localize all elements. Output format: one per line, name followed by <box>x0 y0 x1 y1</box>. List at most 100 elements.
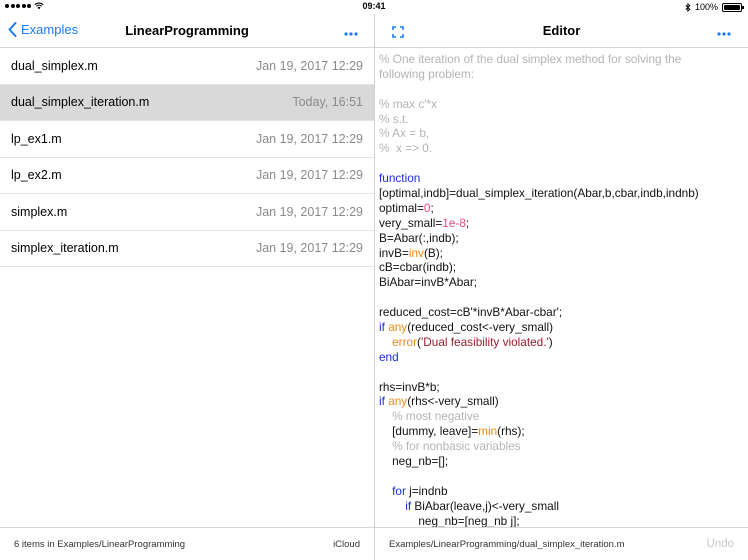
file-row[interactable]: simplex_iteration.m Jan 19, 2017 12:29 <box>0 231 374 267</box>
code-token-plain: (reduced_cost<-very_small) <box>407 320 554 335</box>
file-browser-more-button[interactable] <box>344 23 358 41</box>
code-token-plain: ; <box>465 215 470 230</box>
file-date: Jan 19, 2017 12:29 <box>255 168 363 183</box>
code-token-builtin: min <box>478 424 498 439</box>
ellipsis-icon <box>344 32 358 36</box>
code-token-comment: % max c'*x <box>379 96 437 111</box>
editor-title: Editor <box>542 23 581 38</box>
code-line: for j=indnb <box>379 484 745 499</box>
folder-title: LinearProgramming <box>125 23 249 38</box>
code-token-comment: % Ax = b, <box>379 126 430 141</box>
code-line: B=Abar(:,indb); <box>379 231 745 246</box>
code-token-plain: neg_nb=[]; <box>379 454 449 469</box>
code-line: if any(rhs<-very_small) <box>379 394 745 409</box>
code-token-plain: BiAbar=invB*Abar; <box>379 275 478 290</box>
file-name: simplex.m <box>11 204 68 219</box>
code-token-builtin: any <box>388 320 408 335</box>
code-line: function <box>379 171 745 186</box>
editor-pane: Editor % One iteration of the dual simpl… <box>375 14 748 560</box>
file-date: Jan 19, 2017 12:29 <box>255 241 363 256</box>
file-browser-pane: Examples LinearProgramming dual_simplex.… <box>0 14 374 560</box>
code-line: if any(reduced_cost<-very_small) <box>379 320 745 335</box>
file-row[interactable]: lp_ex1.m Jan 19, 2017 12:29 <box>0 121 374 158</box>
battery-percent: 100% <box>694 2 718 12</box>
file-name: simplex_iteration.m <box>11 241 119 256</box>
file-date: Today, 16:51 <box>292 95 363 110</box>
code-line: BiAbar=invB*Abar; <box>379 275 745 290</box>
code-editor[interactable]: % One iteration of the dual simplex meth… <box>379 52 745 528</box>
ellipsis-icon <box>717 32 731 36</box>
bluetooth-icon <box>685 2 691 12</box>
code-token-plain: ) <box>548 334 553 349</box>
file-path: Examples/LinearProgramming/dual_simplex_… <box>389 538 625 550</box>
file-date: Jan 19, 2017 12:29 <box>255 131 363 146</box>
file-date: Jan 19, 2017 12:29 <box>255 58 363 73</box>
code-token-plain: j=indnb <box>409 483 448 498</box>
code-line: % Ax = b, <box>379 126 745 141</box>
code-line: optimal=0; <box>379 201 745 216</box>
editor-more-button[interactable] <box>717 23 731 41</box>
file-row[interactable]: dual_simplex.m Jan 19, 2017 12:29 <box>0 48 374 85</box>
code-line: following problem: <box>379 67 745 82</box>
code-token-builtin: inv <box>408 245 424 260</box>
battery-icon <box>722 2 744 12</box>
code-line: % One iteration of the dual simplex meth… <box>379 52 745 67</box>
status-bar: 09:41 100% <box>0 0 748 14</box>
code-line: % most negative <box>379 409 745 424</box>
code-token-comment: % s.t. <box>379 111 409 126</box>
code-token-keyword: if <box>379 394 389 409</box>
code-line: % s.t. <box>379 112 745 127</box>
file-list: dual_simplex.m Jan 19, 2017 12:29 dual_sim… <box>0 48 374 267</box>
code-token-plain: [dummy, leave]= <box>379 424 479 439</box>
file-browser-footer: 6 items in Examples/LinearProgramming iC… <box>0 527 374 560</box>
code-line: neg_nb=[]; <box>379 454 745 469</box>
code-token-plain: ; <box>430 200 434 215</box>
code-token-keyword: if <box>379 320 389 335</box>
code-token-keyword: for <box>379 483 410 498</box>
code-token-plain: (rhs<-very_small) <box>407 394 499 409</box>
code-line: rhs=invB*b; <box>379 380 745 395</box>
code-line: [optimal,indb]=dual_simplex_iteration(Ab… <box>379 186 745 201</box>
code-line: % x => 0. <box>379 141 745 156</box>
code-token-plain: invB= <box>379 245 409 260</box>
code-token-comment: % most negative <box>379 409 480 424</box>
code-token-comment: % for nonbasic variables <box>379 439 521 454</box>
code-token-comment: following problem: <box>379 66 475 81</box>
code-line: very_small=1e-8; <box>379 216 745 231</box>
file-name: dual_simplex_iteration.m <box>11 95 150 110</box>
file-row[interactable]: lp_ex2.m Jan 19, 2017 12:29 <box>0 158 374 194</box>
storage-location: iCloud <box>333 538 360 550</box>
code-token-keyword: end <box>379 349 399 364</box>
code-line: end <box>379 350 745 365</box>
code-token-keyword: function <box>379 171 421 186</box>
code-line: error('Dual feasibility violated.') <box>379 335 745 350</box>
code-line: invB=inv(B); <box>379 246 745 261</box>
file-row[interactable]: dual_simplex_iteration.m Today, 16:51 <box>0 84 374 121</box>
editor-footer: Examples/LinearProgramming/dual_simplex_… <box>375 527 748 560</box>
code-token-plain: rhs=invB*b; <box>379 379 440 394</box>
code-token-plain: B=Abar(:,indb); <box>379 230 459 245</box>
code-token-plain: neg_nb=[neg_nb j]; <box>379 513 520 528</box>
code-token-builtin: error <box>392 334 418 349</box>
code-line: cB=cbar(indb); <box>379 260 745 275</box>
code-token-plain: (B); <box>423 245 443 260</box>
undo-button[interactable]: Undo <box>707 538 735 550</box>
code-token-string: 'Dual feasibility violated.' <box>420 334 549 349</box>
code-token-plain: (rhs); <box>497 424 525 439</box>
code-line: reduced_cost=cB'*invB*Abar-cbar'; <box>379 305 745 320</box>
status-right: 100% <box>685 2 744 12</box>
file-name: lp_ex2.m <box>11 168 62 183</box>
file-name: lp_ex1.m <box>11 131 62 146</box>
code-token-plain: [optimal,indb]=dual_simplex_iteration(Ab… <box>379 186 699 201</box>
code-token-plain: reduced_cost=cB'*invB*Abar-cbar'; <box>379 305 563 320</box>
item-count: 6 items in Examples/LinearProgramming <box>14 538 186 550</box>
file-row[interactable]: simplex.m Jan 19, 2017 12:29 <box>0 194 374 231</box>
file-browser-navbar: Examples LinearProgramming <box>0 14 374 48</box>
code-token-plain: BiAbar(leave,j)<-very_small <box>414 498 559 513</box>
